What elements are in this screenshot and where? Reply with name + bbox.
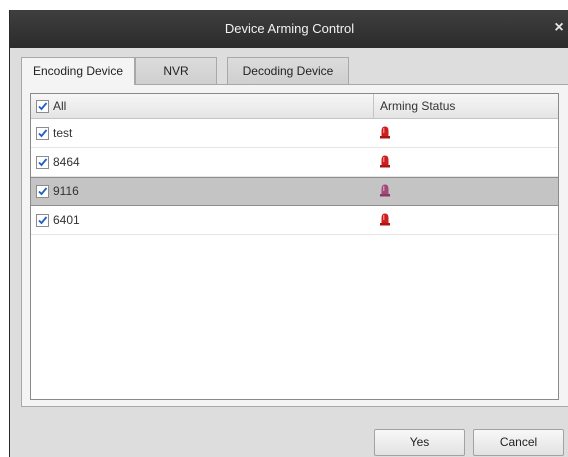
device-name: test [53, 126, 73, 140]
checkmark-icon [38, 216, 48, 225]
row-checkbox[interactable] [36, 156, 49, 169]
checkmark-icon [38, 158, 48, 167]
row-checkbox[interactable] [36, 127, 49, 140]
checkmark-icon [38, 102, 48, 111]
alarm-icon [380, 213, 390, 226]
table-row[interactable]: 9116 [31, 177, 558, 206]
device-arming-dialog: Device Arming Control × Encoding Device … [9, 10, 568, 457]
row-checkbox[interactable] [36, 185, 49, 198]
alarm-icon [380, 126, 390, 139]
table-header: All Arming Status [31, 94, 558, 119]
table-row[interactable]: 8464 [31, 148, 558, 177]
table-row[interactable]: test [31, 119, 558, 148]
alarm-icon [380, 184, 390, 197]
yes-button[interactable]: Yes [374, 429, 465, 456]
device-table: All Arming Status test 8464 9116 6401 [30, 93, 559, 400]
cancel-button[interactable]: Cancel [473, 429, 564, 456]
name-column-header: All [31, 94, 374, 118]
tab-panel: All Arming Status test 8464 9116 6401 [21, 84, 568, 407]
select-all-checkbox[interactable] [36, 100, 49, 113]
checkmark-icon [38, 187, 48, 196]
dialog-title: Device Arming Control [224, 21, 355, 36]
close-icon[interactable]: × [551, 18, 567, 38]
device-name: 9116 [53, 184, 79, 198]
tab-encoding-device[interactable]: Encoding Device [21, 57, 135, 85]
tab-nvr[interactable]: NVR [135, 57, 217, 84]
alarm-icon [380, 155, 390, 168]
tab-decoding-device[interactable]: Decoding Device [227, 57, 349, 84]
device-name: 6401 [53, 213, 80, 227]
table-row[interactable]: 6401 [31, 206, 558, 235]
row-checkbox[interactable] [36, 214, 49, 227]
select-all-label: All [53, 99, 67, 113]
title-bar: Device Arming Control × [10, 10, 568, 48]
device-name: 8464 [53, 155, 80, 169]
checkmark-icon [38, 129, 48, 138]
arming-status-header: Arming Status [380, 99, 456, 113]
